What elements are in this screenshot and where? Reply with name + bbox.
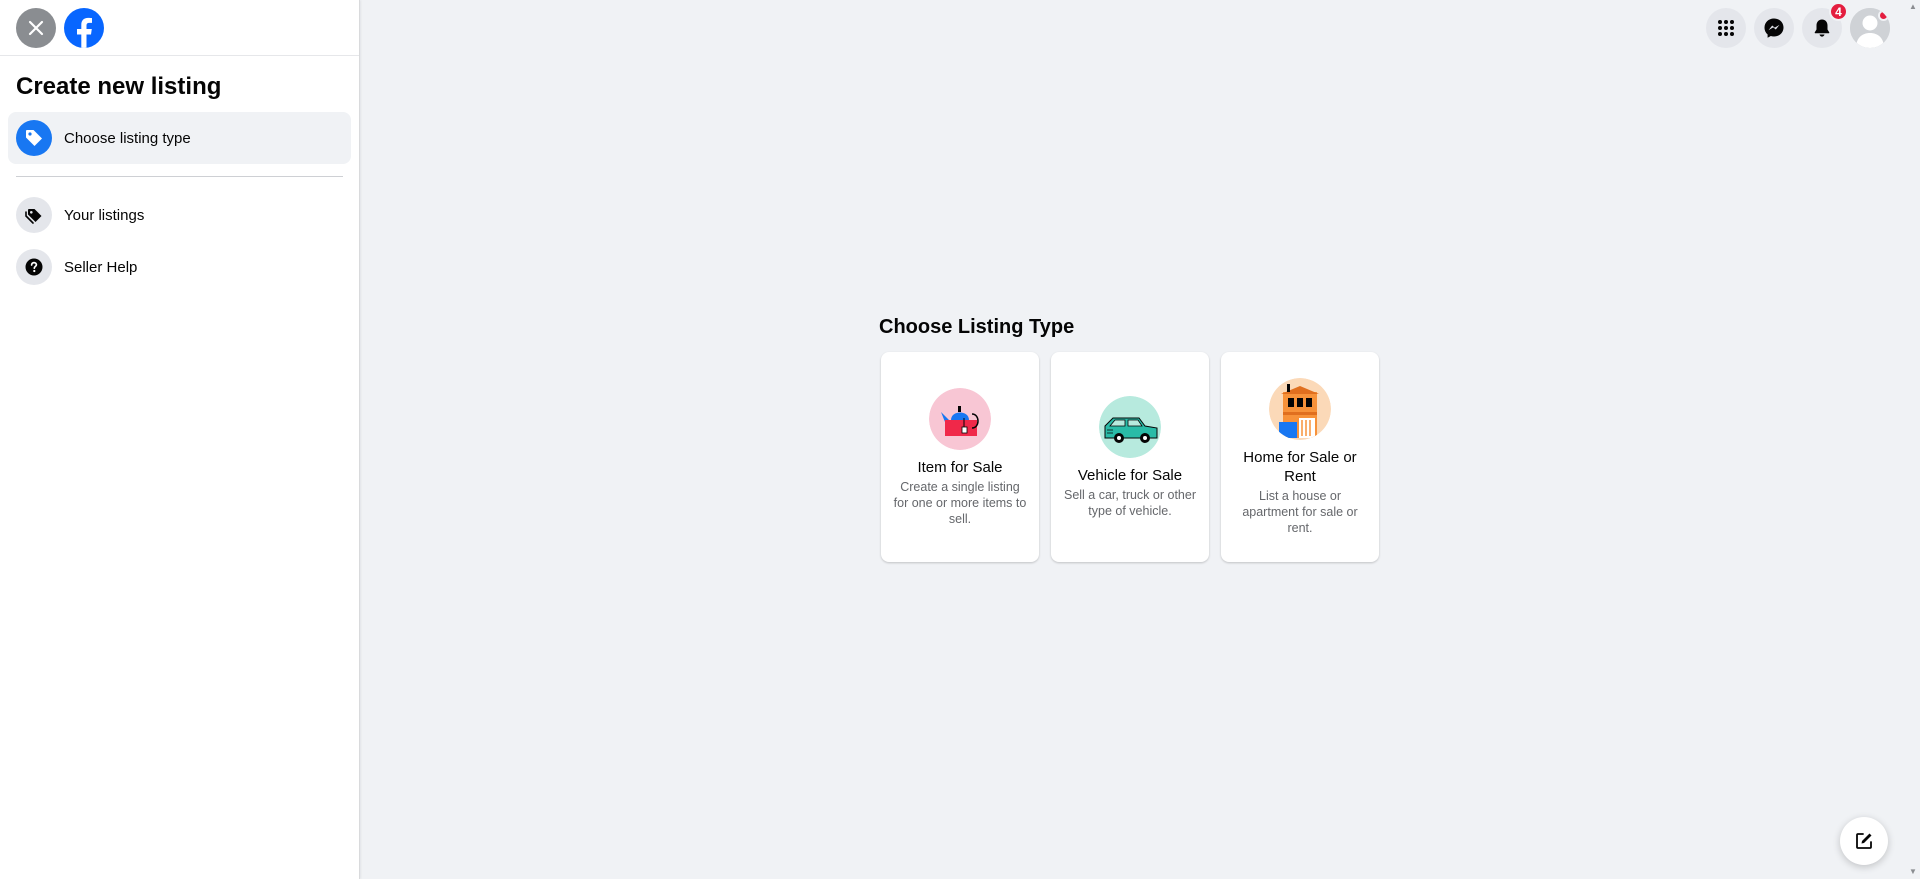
scroll-up-arrow[interactable]: ▲ <box>1908 2 1918 12</box>
vehicle-for-sale-card[interactable]: Vehicle for Sale Sell a car, truck or ot… <box>1051 352 1209 562</box>
compose-icon <box>1856 833 1872 849</box>
sidebar-title: Create new listing <box>16 73 222 100</box>
card-description: Sell a car, truck or other type of vehic… <box>1063 487 1196 518</box>
page-title: Choose Listing Type <box>879 316 1075 338</box>
item-for-sale-illustration <box>929 387 991 450</box>
card-title: Vehicle for Sale <box>1077 466 1183 484</box>
item-for-sale-card[interactable]: Item for Sale Create a single listing fo… <box>881 352 1039 562</box>
card-description: List a house or apartment for sale or re… <box>1242 489 1358 535</box>
home-for-sale-card[interactable]: Home for Sale or Rent List a house or ap… <box>1221 352 1379 562</box>
header-actions: 4 <box>1706 2 1890 48</box>
facebook-logo[interactable] <box>64 7 104 48</box>
home-for-sale-illustration <box>1269 378 1331 440</box>
sidebar-item-label: Choose listing type <box>64 129 191 147</box>
sidebar-item-label: Your listings <box>64 206 145 224</box>
menu-grid-icon <box>1718 20 1734 36</box>
bell-icon <box>1814 19 1830 37</box>
card-title: Home for Sale or Rent <box>1243 449 1357 485</box>
sidebar: Create new listing Choose listing type Y… <box>0 0 360 879</box>
card-title: Item for Sale <box>917 458 1003 476</box>
card-description: Create a single listing for one or more … <box>893 479 1027 526</box>
sidebar-header <box>0 0 359 56</box>
sidebar-item-choose-listing-type[interactable]: Choose listing type <box>8 112 351 164</box>
question-icon <box>16 249 52 285</box>
sidebar-item-your-listings[interactable]: Your listings <box>8 189 351 241</box>
close-button[interactable] <box>16 7 56 48</box>
sidebar-item-label: Seller Help <box>64 258 138 276</box>
listing-type-cards: Item for Sale Create a single listing fo… <box>881 352 1379 562</box>
messenger-icon <box>1764 18 1784 38</box>
close-icon <box>28 20 44 35</box>
scroll-down-arrow[interactable]: ▼ <box>1908 867 1918 877</box>
messenger-button[interactable] <box>1754 8 1794 48</box>
tags-icon <box>16 197 52 233</box>
avatar-notification-dot <box>1878 10 1889 21</box>
sidebar-item-seller-help[interactable]: Seller Help <box>8 241 351 293</box>
vehicle-for-sale-illustration <box>1099 395 1161 458</box>
notifications-button[interactable]: 4 <box>1802 2 1848 48</box>
facebook-f-icon <box>77 17 92 48</box>
avatar[interactable] <box>1850 8 1890 48</box>
menu-button[interactable] <box>1706 8 1746 48</box>
sidebar-divider <box>16 176 343 177</box>
new-message-button[interactable] <box>1840 817 1888 865</box>
tag-icon <box>16 120 52 156</box>
notification-count-badge: 4 <box>1829 2 1848 21</box>
